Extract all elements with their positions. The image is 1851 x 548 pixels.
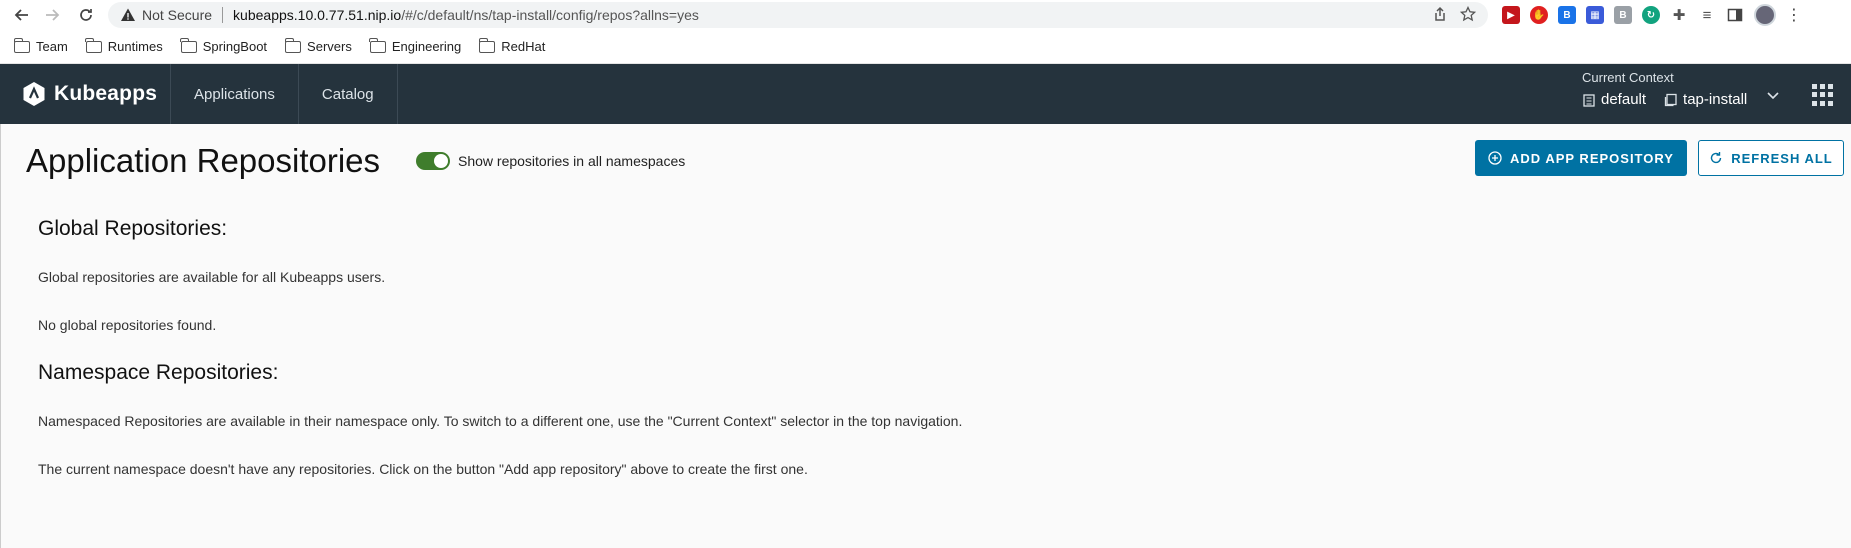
reading-list-icon[interactable]: ≡ [1698, 6, 1716, 24]
chevron-down-icon[interactable] [1766, 88, 1780, 104]
refresh-all-label: REFRESH ALL [1731, 150, 1833, 166]
refresh-all-button[interactable]: REFRESH ALL [1698, 140, 1844, 176]
back-arrow-icon[interactable] [8, 1, 36, 29]
bookmark-team[interactable]: Team [13, 37, 68, 54]
refresh-icon [1711, 152, 1722, 164]
namespace-repositories-empty: The current namespace doesn't have any r… [38, 461, 808, 477]
bookmark-label: Engineering [391, 39, 462, 54]
browser-toolbar: Not Secure kubeapps.10.0.77.51.nip.io/#/… [0, 0, 1851, 30]
bookmarks-bar: Team Runtimes SpringBoot Servers Enginee… [0, 30, 1851, 64]
app-header: Kubeapps Applications Catalog Current Co… [0, 64, 1851, 124]
toggle-label: Show repositories in all namespaces [458, 153, 686, 169]
profile-avatar[interactable] [1754, 4, 1776, 26]
kubeapps-logo-icon [23, 82, 45, 106]
folder-icon [85, 37, 102, 53]
bookmark-engineering[interactable]: Engineering [369, 37, 462, 54]
brand-logo[interactable]: Kubeapps [0, 64, 170, 124]
page-title: Application Repositories [26, 142, 381, 179]
bookmark-runtimes[interactable]: Runtimes [85, 37, 163, 54]
warning-icon [121, 8, 135, 21]
global-repositories-empty: No global repositories found. [38, 317, 217, 333]
address-bar[interactable]: Not Secure kubeapps.10.0.77.51.nip.io/#/… [108, 2, 1488, 28]
reload-icon[interactable] [72, 1, 100, 29]
extension-green-refresh-icon[interactable]: ↻ [1642, 6, 1660, 24]
extension-b-icon[interactable]: B [1558, 6, 1576, 24]
main-content: Application Repositories Show repositori… [0, 124, 1851, 548]
add-app-repository-label: ADD APP REPOSITORY [1510, 150, 1674, 166]
namespace-repositories-heading: Namespace Repositories: [38, 361, 279, 384]
forward-arrow-icon[interactable] [38, 1, 66, 29]
bookmark-redhat[interactable]: RedHat [478, 37, 546, 54]
bookmark-servers[interactable]: Servers [284, 37, 352, 54]
namespace-name: tap-install [1683, 91, 1748, 108]
namespace-repositories-description: Namespaced Repositories are available in… [38, 413, 963, 429]
bookmark-label: RedHat [501, 39, 546, 54]
app-grid-icon[interactable] [1812, 84, 1834, 106]
bookmark-label: Team [36, 39, 68, 54]
namespace-icon [1664, 93, 1677, 106]
nav-applications[interactable]: Applications [170, 64, 298, 124]
address-separator [222, 7, 224, 23]
extension-gray-b-icon[interactable]: B [1614, 6, 1632, 24]
context-label: Current Context [1582, 70, 1674, 85]
bookmark-label: SpringBoot [202, 39, 268, 54]
global-repositories-heading: Global Repositories: [38, 217, 228, 240]
all-namespaces-toggle[interactable] [416, 152, 450, 170]
share-icon[interactable] [1432, 6, 1448, 22]
bookmark-label: Servers [307, 39, 352, 54]
browser-menu-icon[interactable]: ⋮ [1786, 5, 1802, 25]
extension-blue-grid-icon[interactable]: ▦ [1586, 6, 1604, 24]
side-panel-icon[interactable] [1726, 6, 1744, 24]
brand-name: Kubeapps [54, 82, 158, 105]
bookmark-springboot[interactable]: SpringBoot [180, 37, 268, 54]
extensions-puzzle-icon[interactable]: ✚ [1670, 6, 1688, 24]
context-selector[interactable]: Current Context default tap-install [1582, 70, 1782, 118]
cluster-icon [1583, 93, 1595, 107]
folder-icon [180, 37, 197, 53]
nav-catalog[interactable]: Catalog [297, 64, 398, 124]
global-repositories-description: Global repositories are available for al… [38, 269, 386, 285]
url-path: /#/c/default/ns/tap-install/config/repos… [401, 7, 699, 23]
bookmark-star-icon[interactable] [1460, 6, 1476, 22]
cluster-name: default [1601, 91, 1647, 108]
extension-stop-hand-icon[interactable]: ✋ [1530, 6, 1548, 24]
extensions-bar: ▶ ✋ B ▦ B ↻ ✚ ≡ ⋮ [1502, 4, 1802, 26]
add-app-repository-button[interactable]: ADD APP REPOSITORY [1475, 140, 1687, 176]
url-host: kubeapps.10.0.77.51.nip.io [233, 7, 402, 23]
folder-icon [478, 37, 496, 53]
security-status[interactable]: Not Secure [142, 7, 212, 23]
bookmark-label: Runtimes [107, 39, 163, 54]
extension-red-play-icon[interactable]: ▶ [1502, 6, 1520, 24]
folder-icon [13, 37, 30, 53]
all-namespaces-toggle-group: Show repositories in all namespaces [416, 152, 685, 170]
plus-circle-icon [1488, 151, 1502, 165]
folder-icon [369, 37, 386, 53]
folder-icon [284, 37, 302, 53]
